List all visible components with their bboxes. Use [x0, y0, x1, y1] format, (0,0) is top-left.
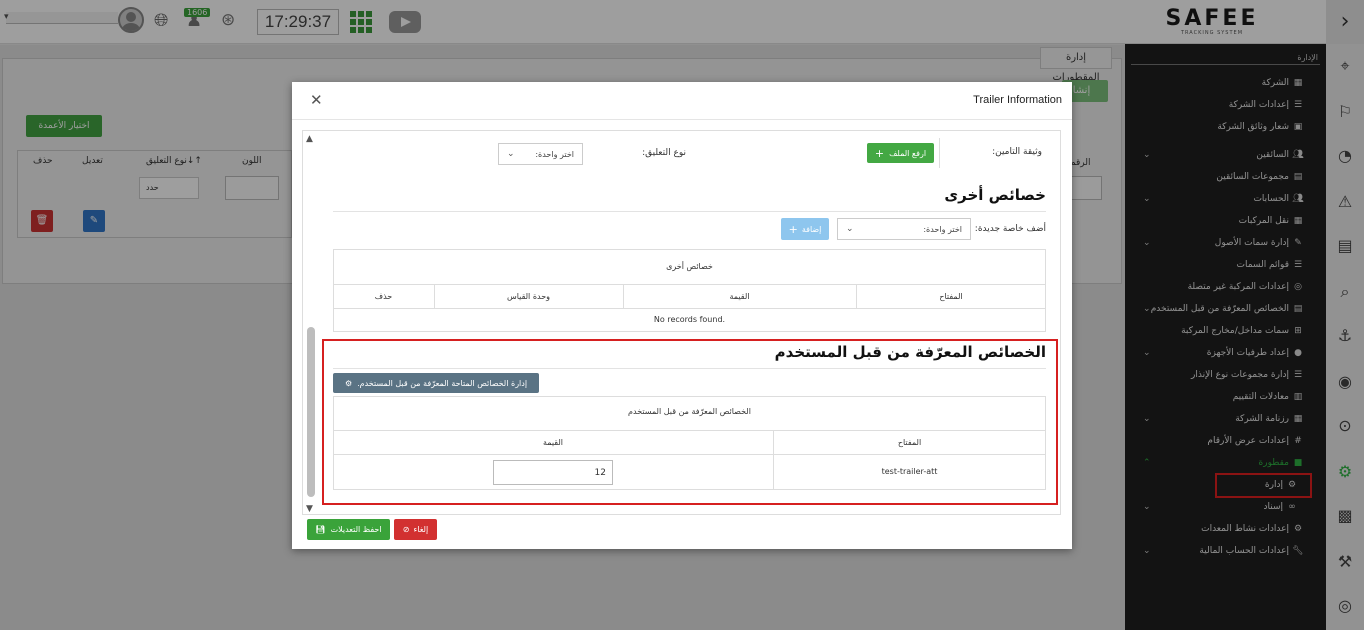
save-changes-button[interactable]: احفظ التعديلات 💾︎	[307, 519, 390, 540]
add-prop-button[interactable]: إضافة +	[781, 218, 829, 240]
col-key-header: المفتاح	[939, 292, 963, 301]
col-value-header: القيمة	[729, 292, 750, 301]
close-icon[interactable]: ✕	[310, 91, 323, 109]
insurance-doc-label: وثيقة التامين:	[992, 147, 1042, 157]
plus-icon: +	[788, 222, 798, 236]
gear-icon: ⚙	[344, 378, 353, 388]
plus-icon: +	[874, 146, 885, 160]
divider	[333, 211, 1046, 212]
udp-title: الخصائص المعرّفة من قبل المستخدم	[774, 343, 1046, 361]
divider	[333, 284, 1046, 285]
save-icon: 💾︎	[315, 525, 326, 534]
other-props-title: خصائص أخرى	[944, 186, 1046, 204]
empty-message: No records found.	[653, 315, 726, 324]
attach-type-select[interactable]: اختر واحدة: ⌄	[498, 143, 583, 165]
divider	[856, 284, 857, 308]
divider	[333, 454, 1046, 455]
divider	[939, 138, 940, 168]
manage-udp-button[interactable]: إدارة الخصائص المتاحة المعرّفة من قبل ال…	[333, 373, 539, 393]
col-value-header: القيمة	[542, 438, 564, 447]
udp-caption: الخصائص المعرّفة من قبل المستخدم	[628, 407, 751, 416]
udp-value-input[interactable]: 12	[493, 460, 613, 485]
attach-type-label: نوع التعليق:	[642, 148, 686, 158]
scrollbar-thumb[interactable]	[307, 327, 315, 497]
chevron-down-icon: ⌄	[507, 149, 515, 159]
upload-file-button[interactable]: ارفع الملف +	[867, 143, 934, 163]
modal-title: Trailer Information	[973, 94, 1062, 106]
add-prop-select[interactable]: اختر واحدة: ⌄	[837, 218, 971, 240]
divider	[773, 430, 774, 490]
col-unit-header: وحدة القياس	[506, 292, 551, 301]
add-prop-label: أضف خاصة جديدة:	[974, 224, 1046, 234]
scroll-down-icon[interactable]: ▼	[306, 504, 313, 514]
divider	[623, 284, 624, 308]
divider	[434, 284, 435, 308]
chevron-down-icon: ⌄	[846, 224, 854, 234]
scroll-up-icon[interactable]: ▲	[306, 134, 313, 144]
col-delete-header: حذف	[374, 292, 393, 301]
divider	[333, 430, 1046, 431]
other-props-caption: خصائص أخرى	[666, 262, 713, 271]
scrollbar[interactable]: ▲ ▼	[303, 131, 319, 514]
divider	[333, 368, 1046, 369]
udp-row-key: test-trailer-att	[881, 467, 938, 476]
modal-header: ✕ Trailer Information	[292, 82, 1072, 120]
ban-icon: ⊘	[402, 525, 410, 534]
divider	[333, 308, 1046, 309]
col-key-header: المفتاح	[897, 438, 922, 447]
cancel-button[interactable]: إلغاء ⊘	[394, 519, 437, 540]
